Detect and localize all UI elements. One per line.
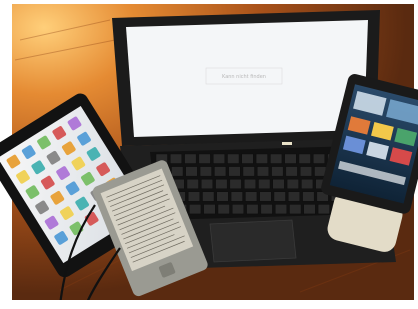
laptop-touchpad <box>209 219 297 263</box>
laptop-key <box>227 153 240 164</box>
laptop-key <box>186 178 199 189</box>
laptop-key <box>228 166 241 177</box>
laptop-key <box>298 153 311 164</box>
laptop-key <box>246 204 259 215</box>
laptop-key <box>255 153 268 164</box>
laptop-key <box>275 204 287 215</box>
laptop-key <box>273 191 286 202</box>
laptop-key <box>230 191 243 202</box>
laptop-key <box>301 178 314 189</box>
laptop-key <box>286 178 299 189</box>
laptop-key <box>245 191 258 202</box>
laptop-key <box>185 166 198 177</box>
laptop-key <box>201 178 214 189</box>
laptop-key <box>184 153 197 164</box>
laptop-key <box>258 178 271 189</box>
photo-bottom-border <box>0 300 418 309</box>
laptop-key <box>270 153 283 164</box>
laptop-key <box>232 204 245 215</box>
laptop-key <box>202 191 215 202</box>
laptop-key <box>260 204 273 215</box>
laptop-key <box>285 166 298 177</box>
laptop-hinge-light <box>282 142 292 145</box>
laptop-key <box>259 191 272 202</box>
laptop-key <box>303 204 316 215</box>
laptop-key <box>199 166 212 177</box>
photo-scene: Kann nicht finden <box>0 0 418 309</box>
laptop-key <box>229 178 242 189</box>
laptop-key <box>284 153 297 164</box>
laptop-key <box>302 191 315 202</box>
laptop-key <box>257 166 269 177</box>
laptop-key <box>242 166 255 177</box>
laptop-key <box>271 166 284 177</box>
laptop-key <box>215 178 228 189</box>
laptop-key <box>217 204 230 215</box>
laptop-key <box>203 204 216 215</box>
laptop-key <box>216 191 229 202</box>
laptop-key <box>241 153 254 164</box>
laptop-key <box>317 204 330 215</box>
laptop-key <box>171 166 184 177</box>
laptop-key <box>189 204 202 215</box>
laptop-key <box>214 166 227 177</box>
laptop-key <box>170 153 183 164</box>
laptop-key <box>212 153 225 164</box>
laptop-key <box>289 204 302 215</box>
laptop-key <box>288 191 300 202</box>
laptop-key <box>198 153 211 164</box>
laptop-key <box>313 153 325 164</box>
laptop-key <box>272 178 285 189</box>
laptop-key <box>300 166 312 177</box>
laptop-screen-text: Kann nicht finden <box>222 74 266 80</box>
laptop-key <box>187 191 200 202</box>
laptop-key <box>243 178 256 189</box>
